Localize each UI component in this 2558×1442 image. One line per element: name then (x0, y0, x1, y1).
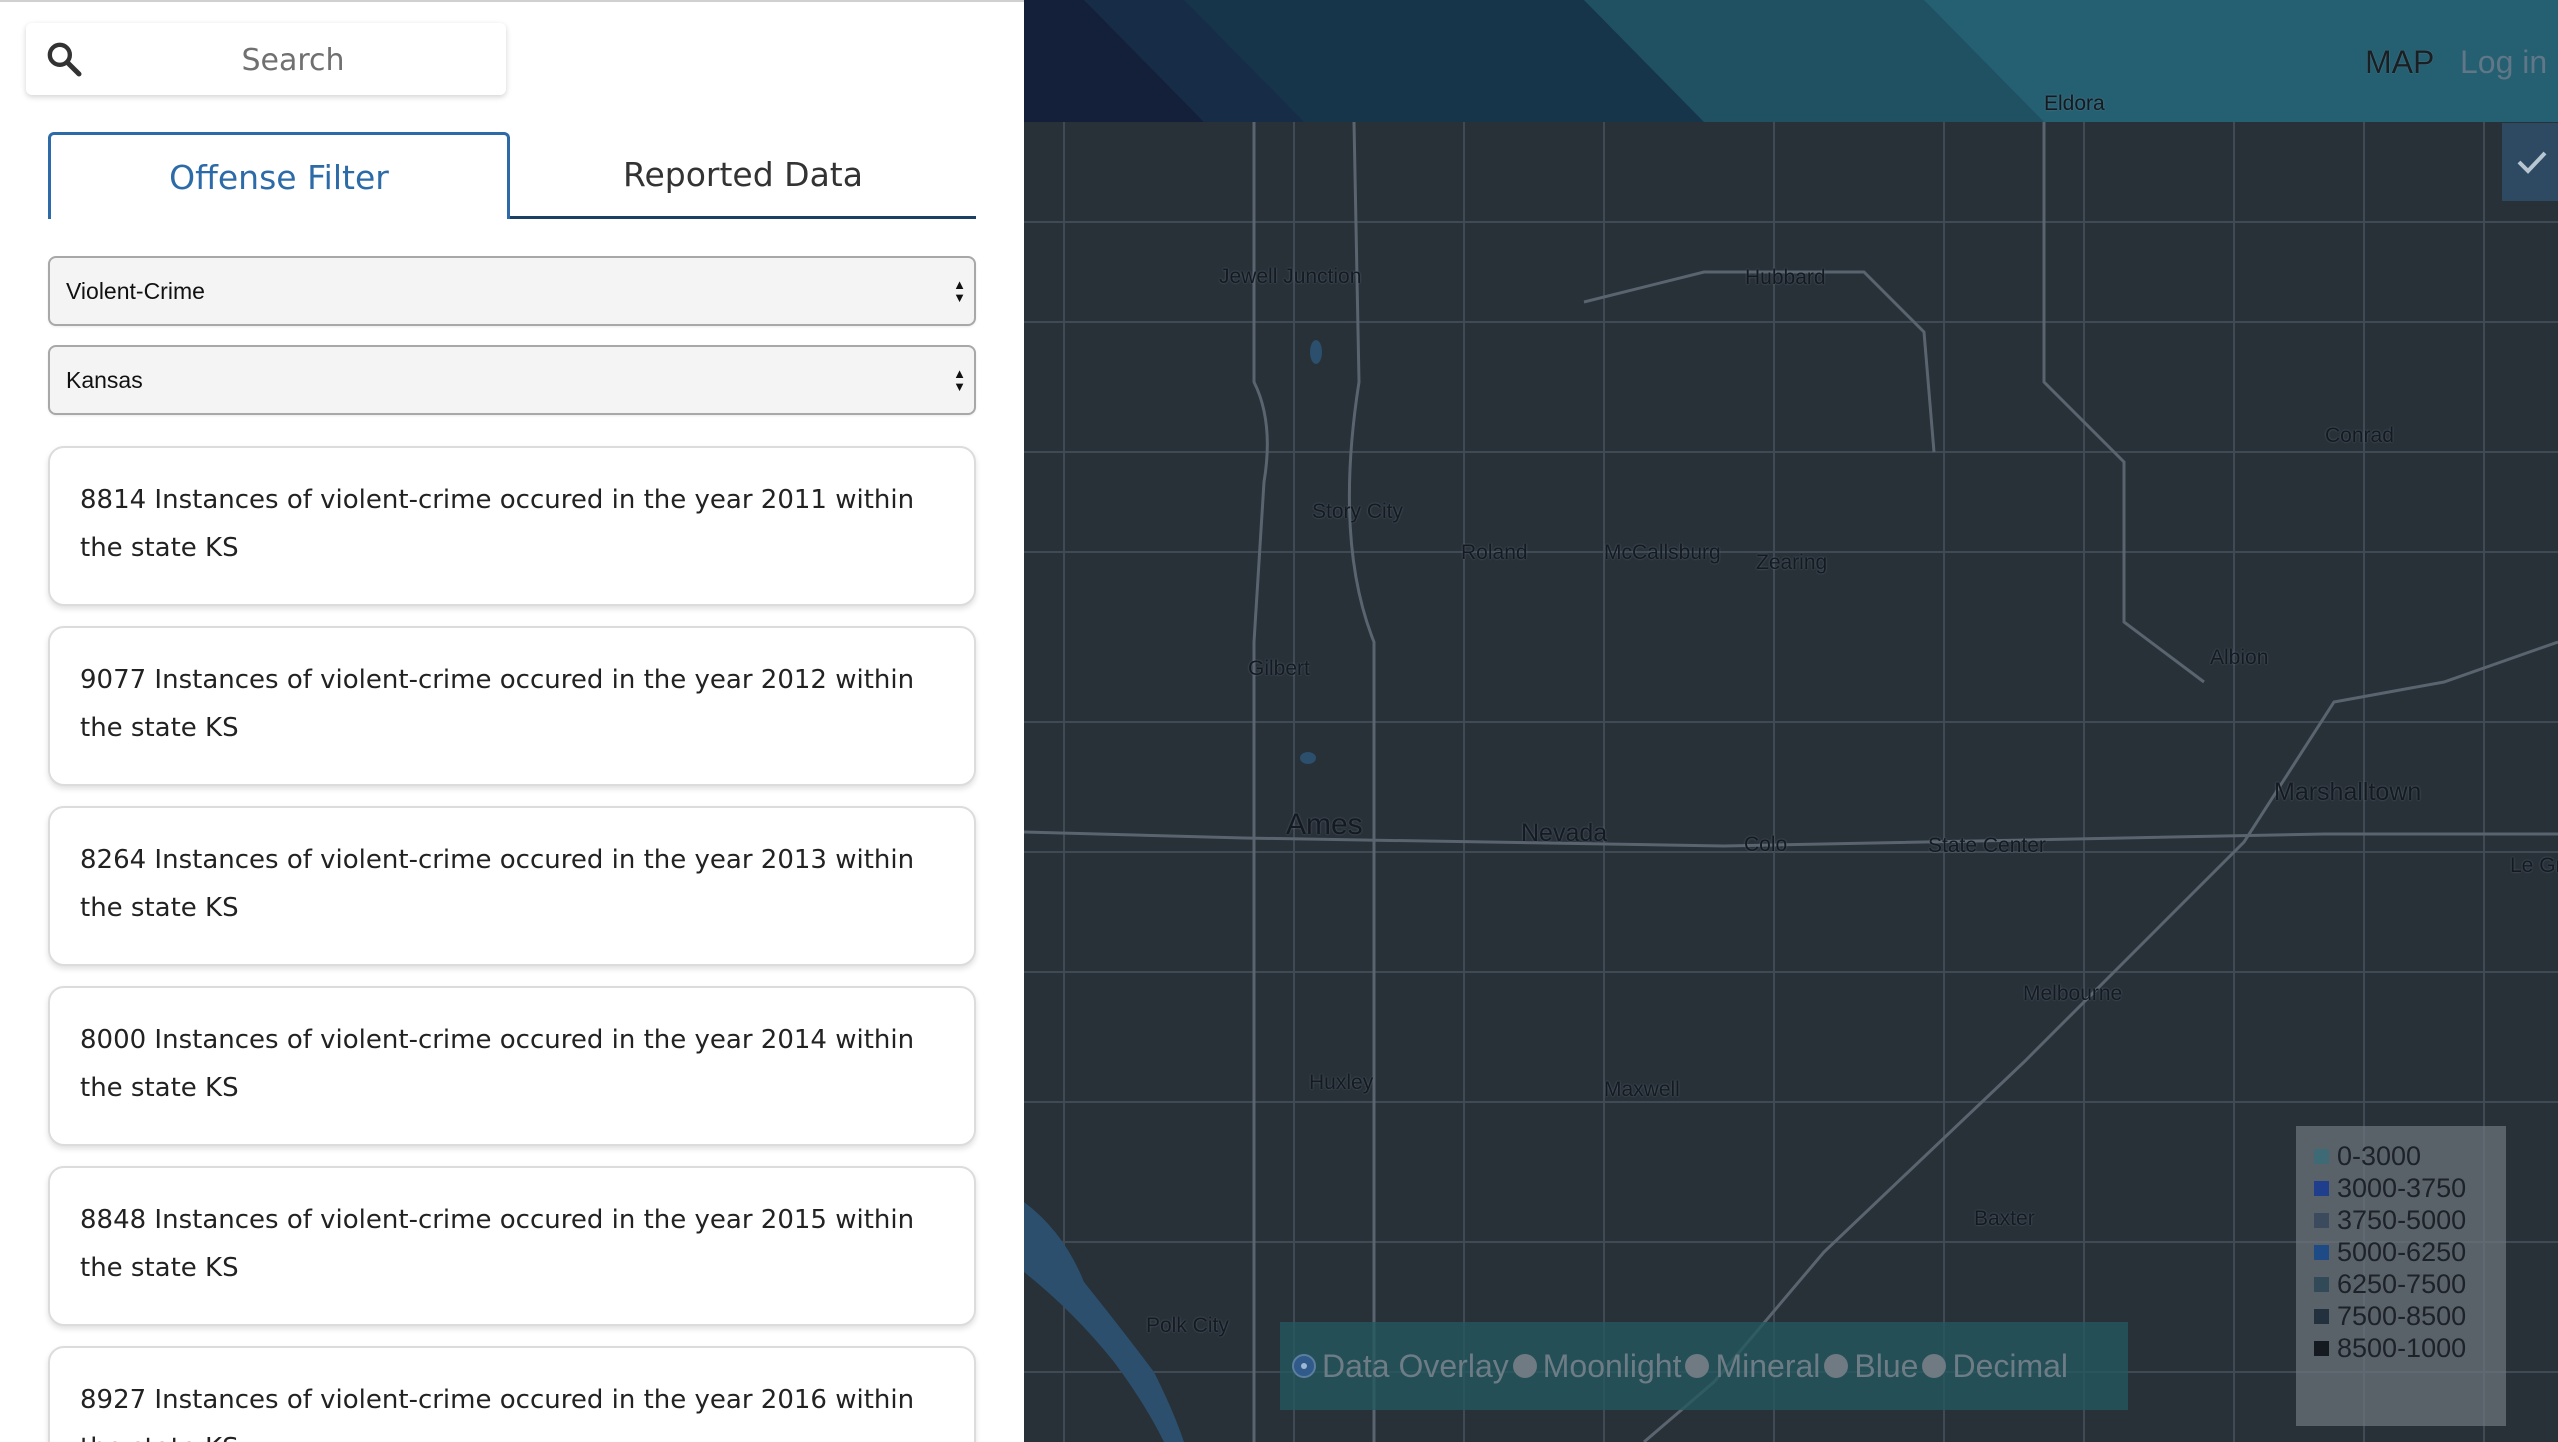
result-card: 8000 Instances of violent-crime occured … (48, 986, 976, 1146)
legend-item: 7500-8500 (2296, 1300, 2506, 1332)
layer-option-label: Decimal (1952, 1347, 2069, 1384)
map-label-story-city: Story City (1312, 500, 1404, 523)
map-label-melbourne: Melbourne (2023, 982, 2123, 1005)
map-label-conrad: Conrad (2325, 424, 2394, 447)
tab-reported-data[interactable]: Reported Data (512, 132, 974, 216)
result-text: 8264 Instances of violent-crime occured … (80, 845, 915, 923)
legend-label: 3750-5000 (2337, 1204, 2467, 1235)
radio-button[interactable] (1292, 1354, 1316, 1378)
legend-swatch (2314, 1308, 2329, 1324)
layer-option-decimal[interactable]: Decimal (1922, 1348, 2068, 1385)
tab-offense-filter[interactable]: Offense Filter (48, 132, 510, 219)
legend-item: 5000-6250 (2296, 1236, 2506, 1268)
layer-option-label: Moonlight (1542, 1347, 1682, 1384)
nav-login-link[interactable]: Log in (2460, 44, 2547, 81)
legend-item: 3000-3750 (2296, 1172, 2506, 1204)
map-label-eldora: Eldora (2044, 92, 2105, 115)
legend-label: 0-3000 (2337, 1140, 2422, 1171)
header-background (1024, 0, 2558, 122)
map-label-albion: Albion (2210, 646, 2269, 669)
legend-item: 6250-7500 (2296, 1268, 2506, 1300)
search-input[interactable] (106, 35, 480, 85)
legend-swatch (2314, 1212, 2329, 1228)
legend-label: 3000-3750 (2337, 1172, 2467, 1203)
layer-option-blue[interactable]: Blue (1824, 1348, 1918, 1385)
legend-label: 7500-8500 (2337, 1300, 2467, 1331)
map-label-zearing: Zearing (1756, 551, 1828, 574)
map-label-baxter: Baxter (1974, 1207, 2035, 1230)
legend-item: 0-3000 (2296, 1140, 2506, 1172)
map-layer-selector: Data Overlay Moonlight Mineral Blue Deci… (1280, 1322, 2128, 1410)
legend-item: 3750-5000 (2296, 1204, 2506, 1236)
map-label-marshalltown: Marshalltown (2274, 778, 2422, 806)
legend-item: 8500-1000 (2296, 1332, 2506, 1364)
radio-button[interactable] (1512, 1354, 1537, 1378)
map-label-ames: Ames (1286, 808, 1363, 841)
result-text: 8848 Instances of violent-crime occured … (80, 1205, 915, 1283)
legend-swatch (2314, 1340, 2329, 1356)
legend-swatch (2314, 1276, 2329, 1292)
result-text: 8927 Instances of violent-crime occured … (80, 1385, 915, 1442)
map-label-polk-city: Polk City (1146, 1314, 1229, 1337)
map-label-mccallsburg: McCallsburg (1604, 541, 1721, 564)
offense-select[interactable]: Violent-Crime (50, 258, 974, 324)
result-card: 8927 Instances of violent-crime occured … (48, 1346, 976, 1442)
result-text: 8000 Instances of violent-crime occured … (80, 1025, 915, 1103)
radio-button[interactable] (1922, 1354, 1947, 1378)
layer-option-mineral[interactable]: Mineral (1685, 1348, 1820, 1385)
sidebar-panel: Offense Filter Reported Data Violent-Cri… (0, 0, 1024, 1442)
layer-option-moonlight[interactable]: Moonlight (1512, 1347, 1682, 1385)
map-label-jewell-junction: Jewell Junction (1219, 265, 1362, 288)
legend-label: 8500-1000 (2337, 1332, 2467, 1363)
layer-option-data-overlay[interactable]: Data Overlay (1292, 1348, 1509, 1385)
map-view[interactable]: MAP Log in Eldora Jewell Junction Hubbar… (1024, 0, 2558, 1442)
map-label-roland: Roland (1461, 541, 1528, 564)
map-label-colo: Colo (1744, 833, 1788, 856)
result-card: 8848 Instances of violent-crime occured … (48, 1166, 976, 1326)
layer-option-label: Data Overlay (1322, 1347, 1509, 1384)
legend-swatch (2314, 1148, 2329, 1164)
layer-option-label: Blue (1854, 1347, 1919, 1384)
radio-button[interactable] (1685, 1354, 1710, 1378)
map-header: MAP Log in (1024, 0, 2558, 122)
map-label-le-grand: Le Gr (2510, 854, 2558, 877)
search-box[interactable] (26, 23, 506, 95)
legend-swatch (2314, 1244, 2329, 1260)
map-label-hubbard: Hubbard (1745, 266, 1826, 289)
map-label-maxwell: Maxwell (1604, 1078, 1680, 1101)
map-label-gilbert: Gilbert (1248, 657, 1310, 680)
map-legend: 0-3000 3000-3750 3750-5000 5000-6250 625… (2296, 1126, 2506, 1426)
search-icon (47, 42, 82, 77)
map-label-state-center: State Center (1928, 834, 2046, 857)
radio-button[interactable] (1824, 1354, 1849, 1378)
state-select-wrapper: Kansas ▲ ▼ (48, 345, 976, 415)
filter-tabs: Offense Filter Reported Data (48, 132, 976, 219)
map-label-nevada: Nevada (1521, 819, 1608, 847)
state-select[interactable]: Kansas (50, 347, 974, 413)
legend-label: 5000-6250 (2337, 1236, 2467, 1267)
result-card: 9077 Instances of violent-crime occured … (48, 626, 976, 786)
layer-option-label: Mineral (1715, 1347, 1821, 1384)
legend-label: 6250-7500 (2337, 1268, 2467, 1299)
nav-map-link[interactable]: MAP (2365, 44, 2434, 81)
map-label-huxley: Huxley (1309, 1071, 1374, 1094)
result-text: 9077 Instances of violent-crime occured … (80, 665, 915, 743)
legend-swatch (2314, 1180, 2329, 1196)
result-text: 8814 Instances of violent-crime occured … (80, 485, 915, 563)
result-card: 8814 Instances of violent-crime occured … (48, 446, 976, 606)
offense-select-wrapper: Violent-Crime ▲ ▼ (48, 256, 976, 326)
result-card: 8264 Instances of violent-crime occured … (48, 806, 976, 966)
